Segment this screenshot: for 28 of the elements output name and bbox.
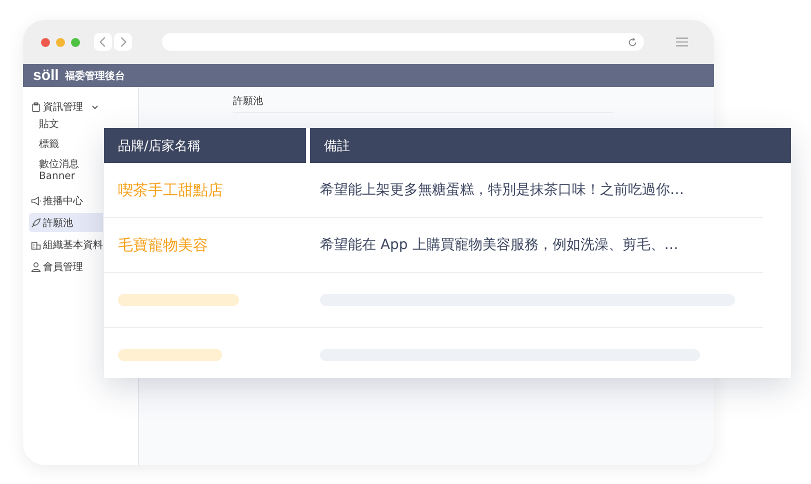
sidebar-subitem[interactable]: 數位消息 Banner [39,159,101,183]
minimize-icon[interactable] [56,38,65,46]
maximize-icon[interactable] [71,38,80,46]
table-cell-text: 希望能在 App 上購買寵物美容服務，例如洗澡、剪毛、… [319,236,680,254]
table-cell-text: 希望能上架更多無糖蛋糕，特別是抹茶口味！之前吃過你… [319,181,685,199]
back-icon[interactable] [94,33,112,51]
clipboard-icon [31,102,41,112]
sidebar-item[interactable]: 組織基本資料 [29,235,103,254]
sidebar-item[interactable]: 許願池 [29,213,103,232]
logo: söll [33,67,59,84]
menu-icon[interactable] [676,37,688,47]
close-icon[interactable] [41,38,50,46]
person-icon [31,262,41,272]
column-header: 品牌/店家名稱 [104,128,306,163]
sidebar-item[interactable]: 推播中心 [29,191,103,210]
forward-icon[interactable] [114,33,132,51]
reload-icon[interactable] [627,36,638,48]
sidebar-item[interactable]: 資訊管理 [29,97,103,116]
app-subtitle: 福委管理後台 [64,69,125,82]
table-cell-text: 毛寶寵物美容 [117,236,209,254]
breadcrumb: 許願池 [233,94,613,113]
megaphone-icon [31,196,41,206]
table-cell-text: 喫茶手工甜點店 [117,180,224,200]
sidebar-item[interactable]: 會員管理 [29,257,103,276]
sidebar-subitem[interactable]: 貼文 [39,119,59,131]
building-icon [31,240,41,250]
sidebar-subitem[interactable]: 標籤 [39,139,59,151]
column-header: 備註 [310,128,791,163]
